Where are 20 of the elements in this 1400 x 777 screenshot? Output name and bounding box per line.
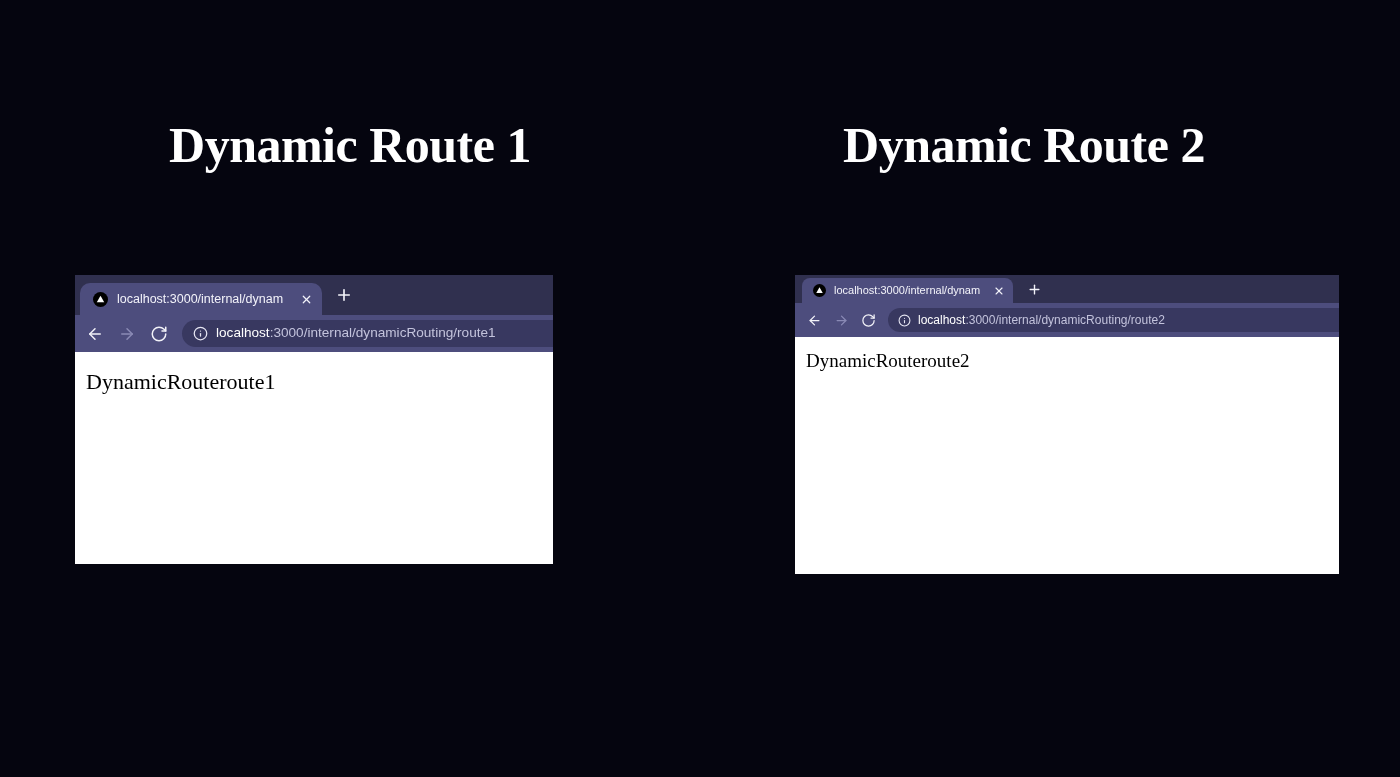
new-tab-icon[interactable] [1027,281,1042,297]
heading: Dynamic Route 1 [169,120,531,175]
tab-title: localhost:3000/internal/dynam [834,283,982,299]
triangle-logo-icon [93,291,108,307]
url-text: localhost:3000/internal/dynamicRouting/route1 [216,324,496,343]
new-tab-icon[interactable] [335,286,353,304]
tab-title: localhost:3000/internal/dynam [117,290,285,308]
page-text: DynamicRouteroute1 [86,369,276,394]
page-text: DynamicRouteroute2 [806,350,970,371]
info-icon[interactable] [898,313,911,327]
triangle-logo-icon [813,284,826,297]
heading: Dynamic Route 2 [843,120,1205,175]
reload-icon[interactable] [861,312,876,328]
browser-tab[interactable]: localhost:3000/internal/dynam [80,283,322,315]
browser-tab[interactable]: localhost:3000/internal/dynam [802,278,1013,303]
address-bar[interactable]: localhost:3000/internal/dynamicRouting/route2 [888,308,1339,332]
address-bar[interactable]: localhost:3000/internal/dynamicRouting/route1 [182,320,553,347]
url-text: localhost:3000/internal/dynamicRouting/route2 [918,312,1165,329]
reload-icon[interactable] [150,324,168,343]
info-icon[interactable] [193,326,208,341]
